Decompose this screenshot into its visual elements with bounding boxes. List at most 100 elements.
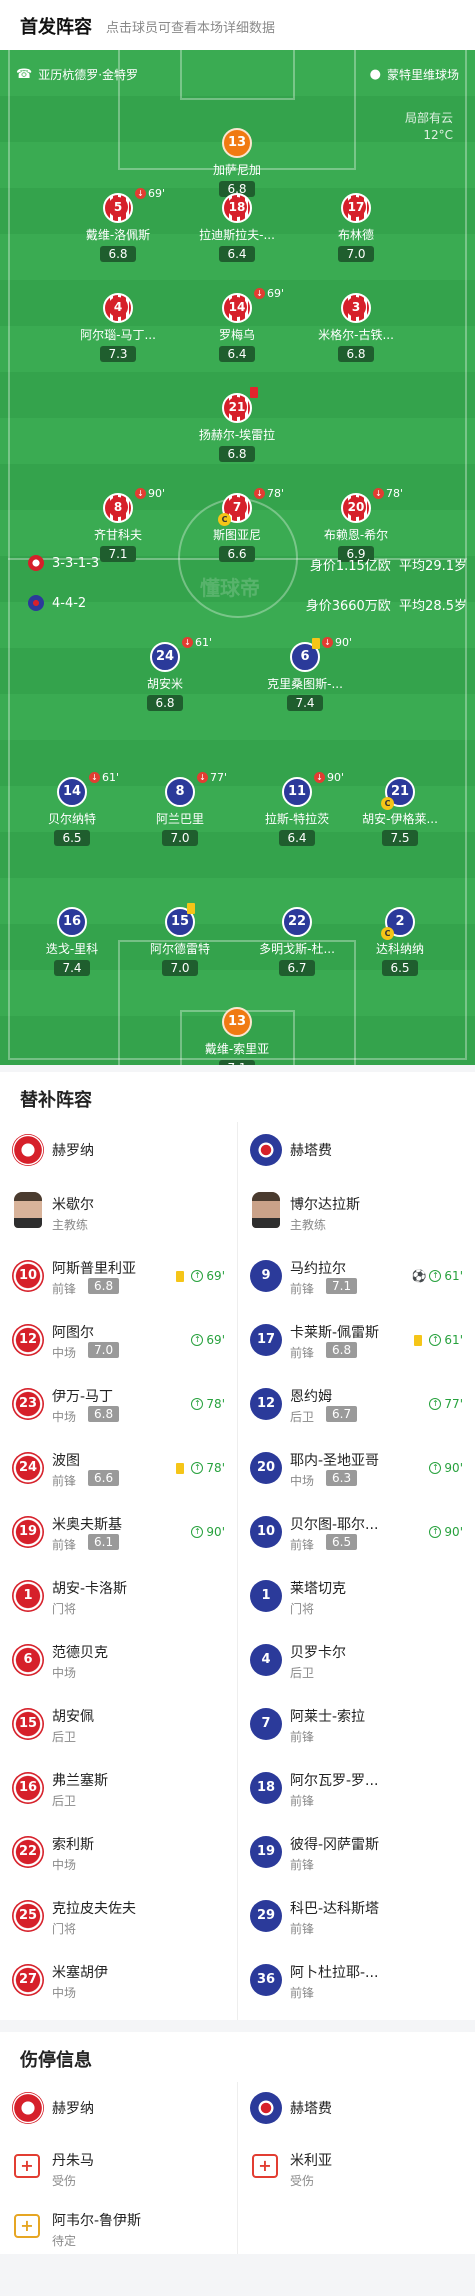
- substitute-item[interactable]: 10 贝尔图-耶尔... 前锋 6.5 ↑ 90': [238, 1502, 475, 1566]
- substitute-item[interactable]: 27 米塞胡伊 中场: [0, 1950, 237, 2014]
- player-rating: 6.7: [279, 960, 315, 976]
- away-team-header[interactable]: 赫塔费: [238, 2082, 475, 2134]
- home-player[interactable]: 4 阿尔瑙-马丁... 7.3: [63, 293, 173, 362]
- injury-item[interactable]: + 阿韦尔-鲁伊斯 待定: [0, 2198, 237, 2262]
- jersey-number: 18: [222, 193, 252, 223]
- player-name: 罗梅乌: [218, 328, 255, 342]
- jersey-number: 20: [341, 493, 371, 523]
- player-name: 胡安佩: [52, 1709, 94, 1725]
- substitute-item[interactable]: 17 卡莱斯-佩雷斯 前锋 6.8 ↑ 61': [238, 1310, 475, 1374]
- home-player[interactable]: 14 ↓ 69' 罗梅乌 6.4: [182, 287, 292, 362]
- player-name: 阿斯普里利亚: [52, 1261, 136, 1277]
- substitute-item[interactable]: 6 范德贝克 中场: [0, 1630, 237, 1694]
- home-team-header[interactable]: 赫罗纳: [0, 1124, 237, 1176]
- jersey-number: 18: [250, 1772, 282, 1804]
- substitute-item[interactable]: 10 阿斯普里利亚 前锋 6.8 ↑ 69': [0, 1246, 237, 1310]
- home-player[interactable]: 8 ↓ 90' 齐甘科夫 7.1: [63, 487, 173, 562]
- away-player[interactable]: 15 阿尔德雷特 7.0: [125, 903, 235, 976]
- home-player[interactable]: 7 ↓ 78' C 斯图亚尼 6.6: [182, 487, 292, 562]
- substitute-item[interactable]: 22 索利斯 中场: [0, 1822, 237, 1886]
- away-coach[interactable]: 博尔达拉斯 主教练: [238, 1182, 475, 1246]
- substitute-item[interactable]: 19 彼得-冈萨雷斯 前锋: [238, 1822, 475, 1886]
- away-player[interactable]: 22 多明戈斯-杜... 6.7: [242, 907, 352, 976]
- jersey-number: 20: [250, 1452, 282, 1484]
- home-player[interactable]: 20 ↓ 78' 布赖恩-希尔 6.9: [301, 487, 411, 562]
- home-player[interactable]: 17 布林德 7.0: [301, 193, 411, 262]
- away-player[interactable]: 24 ↓ 61' 胡安米 6.8: [110, 636, 220, 711]
- player-position: 前锋: [290, 1922, 315, 1936]
- substitute-item[interactable]: 9 马约拉尔 前锋 7.1 ⚽ ↑ 61': [238, 1246, 475, 1310]
- home-team-header[interactable]: 赫罗纳: [0, 2082, 237, 2134]
- jersey-number: 29: [250, 1900, 282, 1932]
- injury-icon: +: [14, 2154, 40, 2178]
- substitute-item[interactable]: 18 阿尔瓦罗-罗... 前锋: [238, 1758, 475, 1822]
- away-player[interactable]: 14 ↓ 61' 贝尔纳特 6.5: [17, 771, 127, 846]
- jersey-number: 16: [57, 907, 87, 937]
- injury-item[interactable]: + 丹朱马 受伤: [0, 2138, 237, 2202]
- substitute-item[interactable]: 20 耶内-圣地亚哥 中场 6.3 ↑ 90': [238, 1438, 475, 1502]
- sub-on-marker: ↑ 69': [176, 1269, 225, 1283]
- player-position: 中场: [52, 1858, 77, 1872]
- substitute-item[interactable]: 1 胡安-卡洛斯 门将: [0, 1566, 237, 1630]
- away-player[interactable]: 13 戴维-索里亚 7.1: [182, 1007, 292, 1065]
- player-rating: 6.8: [326, 1342, 358, 1358]
- player-name: 伊万-马丁: [52, 1389, 114, 1405]
- player-name: 斯图亚尼: [212, 528, 261, 542]
- player-rating: 6.8: [338, 346, 374, 362]
- player-name: 彼得-冈萨雷斯: [290, 1837, 380, 1853]
- sub-on-icon: ↑: [429, 1334, 442, 1346]
- away-player[interactable]: 2 C 达科纳纳 6.5: [345, 907, 455, 976]
- substitute-item[interactable]: 15 胡安佩 后卫: [0, 1694, 237, 1758]
- substitute-item[interactable]: 7 阿莱士-索拉 前锋: [238, 1694, 475, 1758]
- substitute-item[interactable]: 24 波图 前锋 6.6 ↑ 78': [0, 1438, 237, 1502]
- substitute-item[interactable]: 36 阿卜杜拉耶-... 前锋: [238, 1950, 475, 2014]
- player-rating: 6.3: [326, 1470, 358, 1486]
- player-name: 达科纳纳: [375, 942, 424, 956]
- player-rating: 7.1: [100, 546, 136, 562]
- substitute-item[interactable]: 4 贝罗卡尔 后卫: [238, 1630, 475, 1694]
- player-name: 多明戈斯-杜...: [259, 942, 335, 956]
- jersey-number: 7: [250, 1708, 282, 1740]
- jersey-number: 12: [250, 1388, 282, 1420]
- player-name: 克里桑图斯-...: [267, 677, 343, 691]
- coach-avatar: [252, 1192, 280, 1228]
- away-player[interactable]: 6 ↓ 90' 克里桑图斯-... 7.4: [250, 636, 360, 711]
- home-badge-icon: [28, 555, 44, 571]
- away-team-header[interactable]: 赫塔费: [238, 1124, 475, 1176]
- away-player[interactable]: 21 C 胡安-伊格莱... 7.5: [345, 777, 455, 846]
- injury-item[interactable]: + 米利亚 受伤: [238, 2138, 475, 2202]
- home-player[interactable]: 5 ↓ 69' 戴维-洛佩斯 6.8: [63, 187, 173, 262]
- home-player[interactable]: 3 米格尔-古铁... 6.8: [301, 293, 411, 362]
- home-coach[interactable]: 米歇尔 主教练: [0, 1182, 237, 1246]
- player-position: 中场: [52, 1666, 77, 1680]
- substitute-item[interactable]: 12 阿图尔 中场 7.0 ↑ 69': [0, 1310, 237, 1374]
- home-player[interactable]: 13 加萨尼加 6.8: [182, 128, 292, 197]
- substitute-item[interactable]: 23 伊万-马丁 中场 6.8 ↑ 78': [0, 1374, 237, 1438]
- away-player[interactable]: 8 ↓ 77' 阿兰巴里 7.0: [125, 771, 235, 846]
- substitute-item[interactable]: 1 莱塔切克 门将: [238, 1566, 475, 1630]
- away-player[interactable]: 16 迭戈-里科 7.4: [17, 907, 127, 976]
- away-formation-row: 4-4-2: [28, 595, 86, 611]
- home-player[interactable]: 18 拉迪斯拉夫-... 6.4: [182, 193, 292, 262]
- player-rating: 6.6: [219, 546, 255, 562]
- weather: 局部有云 12°C: [404, 111, 453, 142]
- player-rating: 7.1: [219, 1060, 255, 1065]
- substitute-item[interactable]: 29 科巴-达科斯塔 前锋: [238, 1886, 475, 1950]
- sub-off-icon: ↓: [135, 488, 146, 499]
- section-title: 替补阵容: [20, 1090, 92, 1111]
- jersey-number: 17: [341, 193, 371, 223]
- sub-on-marker: ↑ 77': [429, 1397, 463, 1411]
- jersey-number: 10: [250, 1516, 282, 1548]
- home-player[interactable]: 21 扬赫尔-埃雷拉 6.8: [182, 387, 292, 462]
- substitute-item[interactable]: 16 弗兰塞斯 后卫: [0, 1758, 237, 1822]
- substitute-item[interactable]: 25 克拉皮夫佐夫 门将: [0, 1886, 237, 1950]
- player-name: 恩约姆: [290, 1389, 332, 1405]
- sub-on-marker: ↑ 78': [191, 1397, 225, 1411]
- substitute-item[interactable]: 12 恩约姆 后卫 6.7 ↑ 77': [238, 1374, 475, 1438]
- player-rating: 7.5: [382, 830, 418, 846]
- captain-icon: C: [218, 513, 231, 526]
- sub-off-marker: ↓ 90': [135, 487, 165, 500]
- away-player[interactable]: 11 ↓ 90' 拉斯-特拉茨 6.4: [242, 771, 352, 846]
- venue-left: ☎ 亚历杭德罗·金特罗: [16, 67, 139, 82]
- substitute-item[interactable]: 19 米奥夫斯基 前锋 6.1 ↑ 90': [0, 1502, 237, 1566]
